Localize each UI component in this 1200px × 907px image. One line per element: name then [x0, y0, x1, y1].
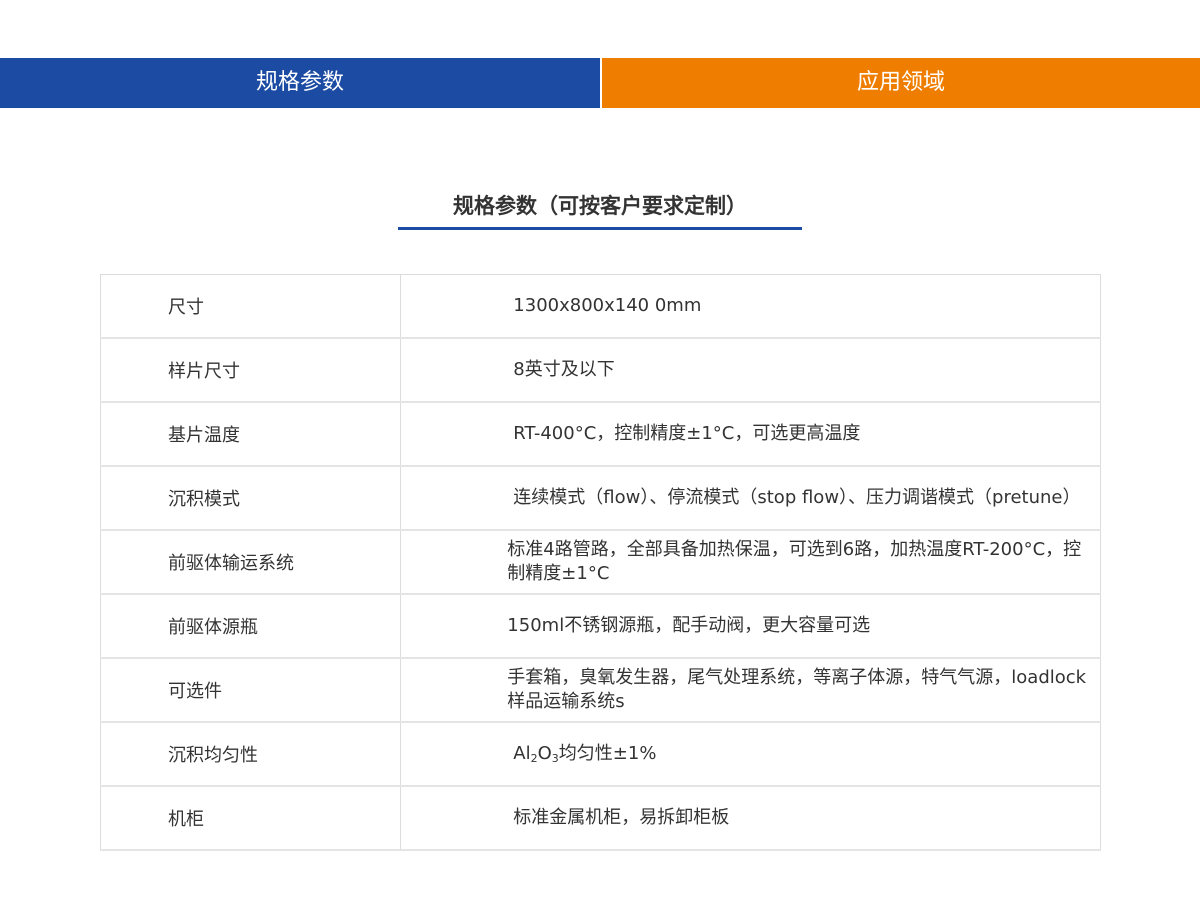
spec-label: 沉积模式	[168, 489, 240, 510]
uniformity-text: 均匀性±1%	[558, 743, 657, 764]
tab-applications[interactable]: 应用领域	[602, 58, 1200, 108]
table-row: 前驱体输运系统 标准4路管路，全部具备加热保温，可选到6路，加热温度RT-200…	[99, 529, 1101, 595]
spec-label: 样片尺寸	[168, 361, 240, 382]
spec-value: 150ml不锈钢源瓶，配手动阀，更大容量可选	[507, 615, 871, 636]
spec-value: 手套箱，臭氧发生器，尾气处理系统，等离子体源，特气气源，loadlock 样品运…	[507, 667, 1087, 712]
formula-sub-3: 3	[551, 752, 559, 765]
title-underline	[398, 227, 802, 230]
spec-label: 沉积均匀性	[168, 745, 258, 766]
spec-value: 连续模式（flow）、停流模式（stop flow）、压力调谐模式（pretun…	[513, 487, 1081, 508]
formula-sub-2: 2	[530, 752, 538, 765]
formula-al: Al	[513, 743, 531, 764]
table-row: 尺寸 1300x800x140 0mm	[99, 274, 1101, 339]
spec-table: 尺寸 1300x800x140 0mm 样片尺寸 8英寸及以下 基片温度 RT-…	[99, 274, 1101, 851]
table-row: 可选件 手套箱，臭氧发生器，尾气处理系统，等离子体源，特气气源，loadlock…	[99, 657, 1101, 723]
spec-label: 机柜	[168, 809, 204, 830]
spec-label: 尺寸	[168, 297, 204, 318]
section-title: 规格参数（可按客户要求定制）	[453, 194, 747, 218]
spec-label: 可选件	[168, 681, 222, 702]
tab-bar: 规格参数 应用领域	[0, 58, 1200, 108]
spec-value: 1300x800x140 0mm	[513, 295, 702, 316]
table-row: 基片温度 RT-400°C，控制精度±1°C，可选更高温度	[99, 401, 1101, 467]
formula-o: O	[537, 743, 552, 764]
spec-value: RT-400°C，控制精度±1°C，可选更高温度	[513, 423, 861, 444]
spec-value: 标准金属机柜，易拆卸柜板	[513, 807, 730, 828]
spec-label: 前驱体输运系统	[168, 553, 294, 574]
spec-value: 8英寸及以下	[513, 359, 615, 380]
table-row: 样片尺寸 8英寸及以下	[99, 337, 1101, 403]
table-row: 机柜 标准金属机柜，易拆卸柜板	[99, 785, 1101, 851]
table-row: 沉积模式 连续模式（flow）、停流模式（stop flow）、压力调谐模式（p…	[99, 465, 1101, 531]
spec-value: Al2O3均匀性±1%	[401, 742, 1100, 766]
spec-value: 标准4路管路，全部具备加热保温，可选到6路，加热温度RT-200°C，控制精度±…	[507, 539, 1082, 584]
spec-label: 前驱体源瓶	[168, 617, 258, 638]
table-row: 前驱体源瓶 150ml不锈钢源瓶，配手动阀，更大容量可选	[99, 593, 1101, 659]
spec-label: 基片温度	[168, 425, 240, 446]
table-row: 沉积均匀性 Al2O3均匀性±1%	[99, 721, 1101, 787]
tab-specs[interactable]: 规格参数	[0, 58, 600, 108]
